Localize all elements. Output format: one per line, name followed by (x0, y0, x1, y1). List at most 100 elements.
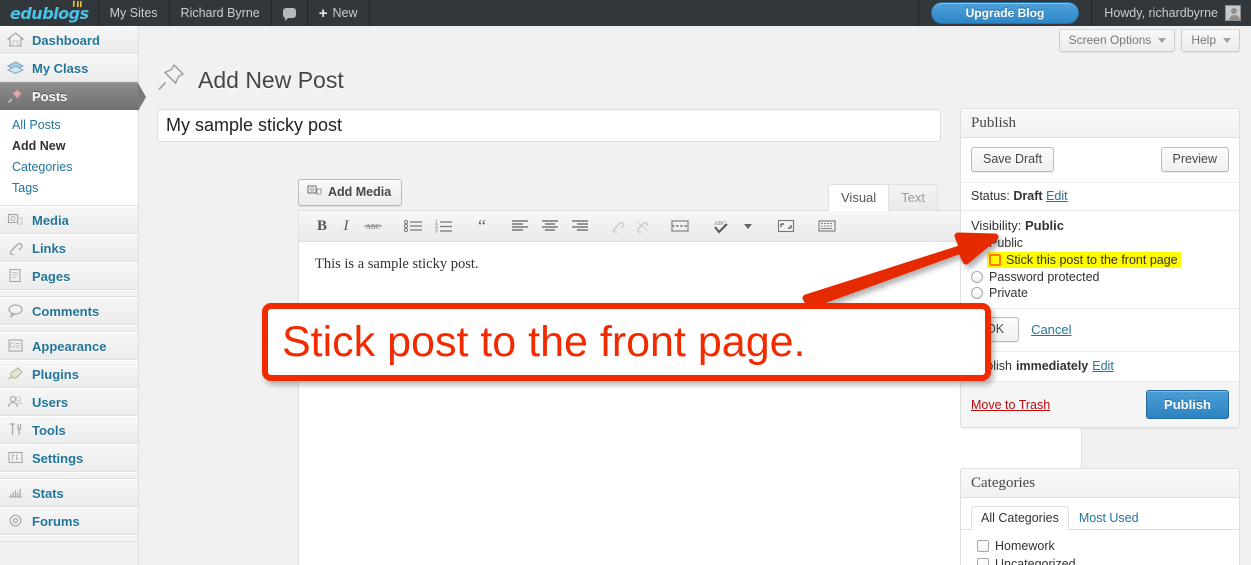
sticky-post-label: Stick this post to the front page (1006, 253, 1178, 267)
spellcheck-icon[interactable]: ABC (707, 215, 735, 237)
chevron-down-icon (1158, 37, 1167, 43)
sidebar-item-plugins[interactable]: Plugins (0, 360, 138, 388)
editor-body-text: This is a sample sticky post. (315, 256, 479, 272)
visibility-option-private[interactable]: Private (971, 286, 1229, 300)
new-label: New (332, 6, 358, 20)
sidebar-item-forums[interactable]: Forums (0, 507, 138, 535)
sidebar-item-appearance[interactable]: Appearance (0, 332, 138, 360)
media-icon (7, 212, 25, 228)
sticky-post-row[interactable]: Stick this post to the front page (987, 252, 1181, 268)
bold-icon[interactable]: B (311, 215, 333, 237)
visibility-ok-button[interactable]: OK (971, 317, 1020, 342)
radio-public-icon[interactable] (971, 237, 983, 249)
move-to-trash-link[interactable]: Move to Trash (971, 398, 1050, 412)
sticky-post-checkbox[interactable] (989, 254, 1001, 266)
insert-more-tag-icon[interactable] (666, 215, 694, 237)
edublogs-logo[interactable]: edublogs (0, 0, 99, 26)
sidebar-divider (0, 472, 138, 479)
submenu-item-add-new[interactable]: Add New (0, 136, 138, 157)
unlink-icon[interactable] (631, 215, 653, 237)
align-center-icon[interactable] (536, 215, 564, 237)
save-draft-button[interactable]: Save Draft (971, 147, 1055, 172)
submenu-item-tags[interactable]: Tags (0, 178, 138, 199)
ordered-list-icon[interactable]: 123 (430, 215, 458, 237)
preview-button[interactable]: Preview (1160, 147, 1229, 172)
dashboard-icon (7, 32, 25, 48)
category-checkbox[interactable] (977, 540, 989, 552)
publish-metabox: Publish Save Draft Preview Status: Draft… (960, 108, 1240, 428)
category-item-uncategorized[interactable]: Uncategorized (977, 557, 1229, 565)
italic-icon[interactable]: I (335, 215, 357, 237)
submenu-item-all-posts[interactable]: All Posts (0, 115, 138, 136)
sidebar-item-settings[interactable]: Settings (0, 444, 138, 472)
comment-icon (7, 303, 25, 319)
forums-icon (7, 513, 25, 529)
help-button[interactable]: Help (1181, 29, 1240, 52)
upgrade-blog-button[interactable]: Upgrade Blog (930, 2, 1080, 24)
sidebar-item-comments[interactable]: Comments (0, 297, 138, 325)
radio-password-protected-icon[interactable] (971, 271, 983, 283)
adminbar-item-site-name[interactable]: Richard Byrne (170, 0, 272, 26)
tab-visual[interactable]: Visual (828, 184, 890, 211)
sidebar-label: Forums (32, 513, 80, 529)
screen-meta-links: Screen Options Help (1058, 29, 1240, 52)
adminbar-item-comments[interactable] (272, 0, 308, 26)
sidebar-item-tools[interactable]: Tools (0, 416, 138, 444)
adminbar-item-new[interactable]: + New (308, 0, 370, 26)
adminbar-account[interactable]: Howdy, richardbyrne (1092, 0, 1251, 26)
sidebar-item-users[interactable]: Users (0, 388, 138, 416)
align-right-icon[interactable] (566, 215, 594, 237)
unordered-list-icon[interactable] (400, 215, 428, 237)
sidebar-item-dashboard[interactable]: Dashboard (0, 26, 138, 54)
categories-tabs: All Categories Most Used (961, 498, 1239, 530)
screen-options-button[interactable]: Screen Options (1058, 29, 1176, 52)
sidebar-item-my-class[interactable]: My Class (0, 54, 138, 82)
tab-text[interactable]: Text (888, 184, 939, 211)
submenu-item-categories[interactable]: Categories (0, 157, 138, 178)
categories-metabox: Categories All Categories Most Used Home… (960, 468, 1240, 565)
adminbar-spacer (370, 0, 919, 26)
fullscreen-icon[interactable] (772, 215, 800, 237)
adminbar-item-my-sites[interactable]: My Sites (99, 0, 170, 26)
sidebar-label: Pages (32, 268, 71, 284)
svg-text:ABC: ABC (366, 223, 381, 231)
sidebar-item-stats[interactable]: Stats (0, 479, 138, 507)
spellcheck-dropdown-icon[interactable] (737, 215, 759, 237)
publish-heading: Publish (961, 109, 1239, 138)
pages-icon (7, 268, 25, 284)
pin-icon (7, 88, 25, 104)
category-item-homework[interactable]: Homework (977, 539, 1229, 553)
strikethrough-icon[interactable]: ABC (359, 215, 387, 237)
admin-bar: edublogs My Sites Richard Byrne + New Up… (0, 0, 1251, 26)
blockquote-icon[interactable]: “ (471, 215, 493, 237)
visibility-option-password[interactable]: Password protected (971, 270, 1229, 284)
visibility-confirm-row: OK Cancel (961, 309, 1239, 352)
add-media-button[interactable]: Add Media (298, 179, 403, 206)
status-edit-link[interactable]: Edit (1046, 189, 1068, 203)
visibility-cancel-link[interactable]: Cancel (1031, 322, 1071, 337)
publish-when-edit-link[interactable]: Edit (1092, 359, 1114, 373)
page-title-text: Add New Post (198, 66, 344, 93)
visibility-option-public[interactable]: Public (971, 236, 1229, 250)
status-row: Status: Draft Edit (961, 183, 1239, 211)
sidebar-item-links[interactable]: Links (0, 234, 138, 262)
tab-most-used[interactable]: Most Used (1069, 506, 1149, 530)
sidebar-label: Appearance (32, 338, 107, 354)
publish-button[interactable]: Publish (1146, 390, 1229, 419)
post-title-input[interactable] (157, 109, 941, 142)
radio-private-icon[interactable] (971, 287, 983, 299)
sidebar-item-posts[interactable]: Posts (0, 82, 146, 111)
chevron-down-icon (1223, 37, 1231, 43)
sidebar-divider (0, 535, 138, 542)
insert-link-icon[interactable] (607, 215, 629, 237)
sidebar-item-pages[interactable]: Pages (0, 262, 138, 290)
sidebar-item-media[interactable]: Media (0, 206, 138, 234)
tab-all-categories[interactable]: All Categories (971, 506, 1069, 530)
publish-when-label: Publish (971, 359, 1012, 373)
settings-icon (7, 450, 25, 466)
status-label: Status: (971, 189, 1010, 203)
kitchen-sink-icon[interactable] (813, 215, 841, 237)
category-label: Uncategorized (995, 557, 1076, 565)
category-checkbox[interactable] (977, 558, 989, 565)
align-left-icon[interactable] (506, 215, 534, 237)
